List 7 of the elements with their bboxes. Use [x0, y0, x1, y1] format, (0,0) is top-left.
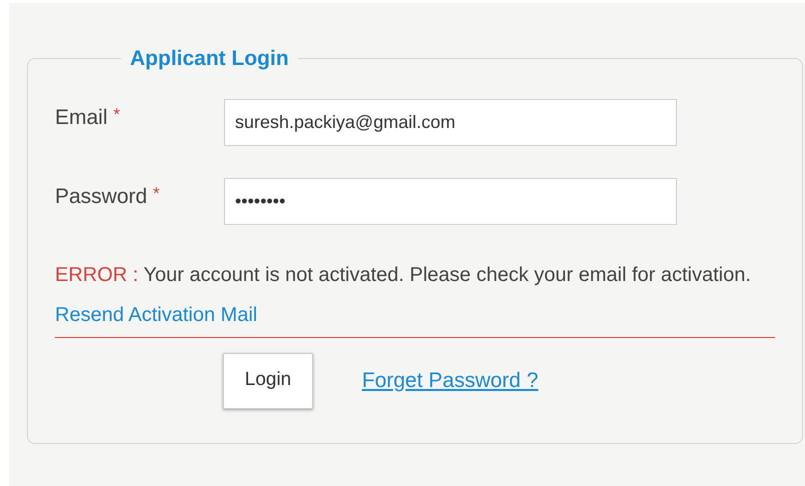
field-label: Password * [55, 182, 161, 210]
login-button[interactable]: Login [223, 352, 313, 408]
password-field[interactable]: •••••••• [224, 178, 677, 224]
error-message: ERROR : Your account is not activated. Please check your email for activation. Resend Activation Mail [55, 254, 775, 338]
field-label: Email * [55, 104, 121, 130]
email-field[interactable]: suresh.packiya@gmail.com [224, 98, 677, 146]
form-legend: Applicant Login [121, 43, 298, 74]
